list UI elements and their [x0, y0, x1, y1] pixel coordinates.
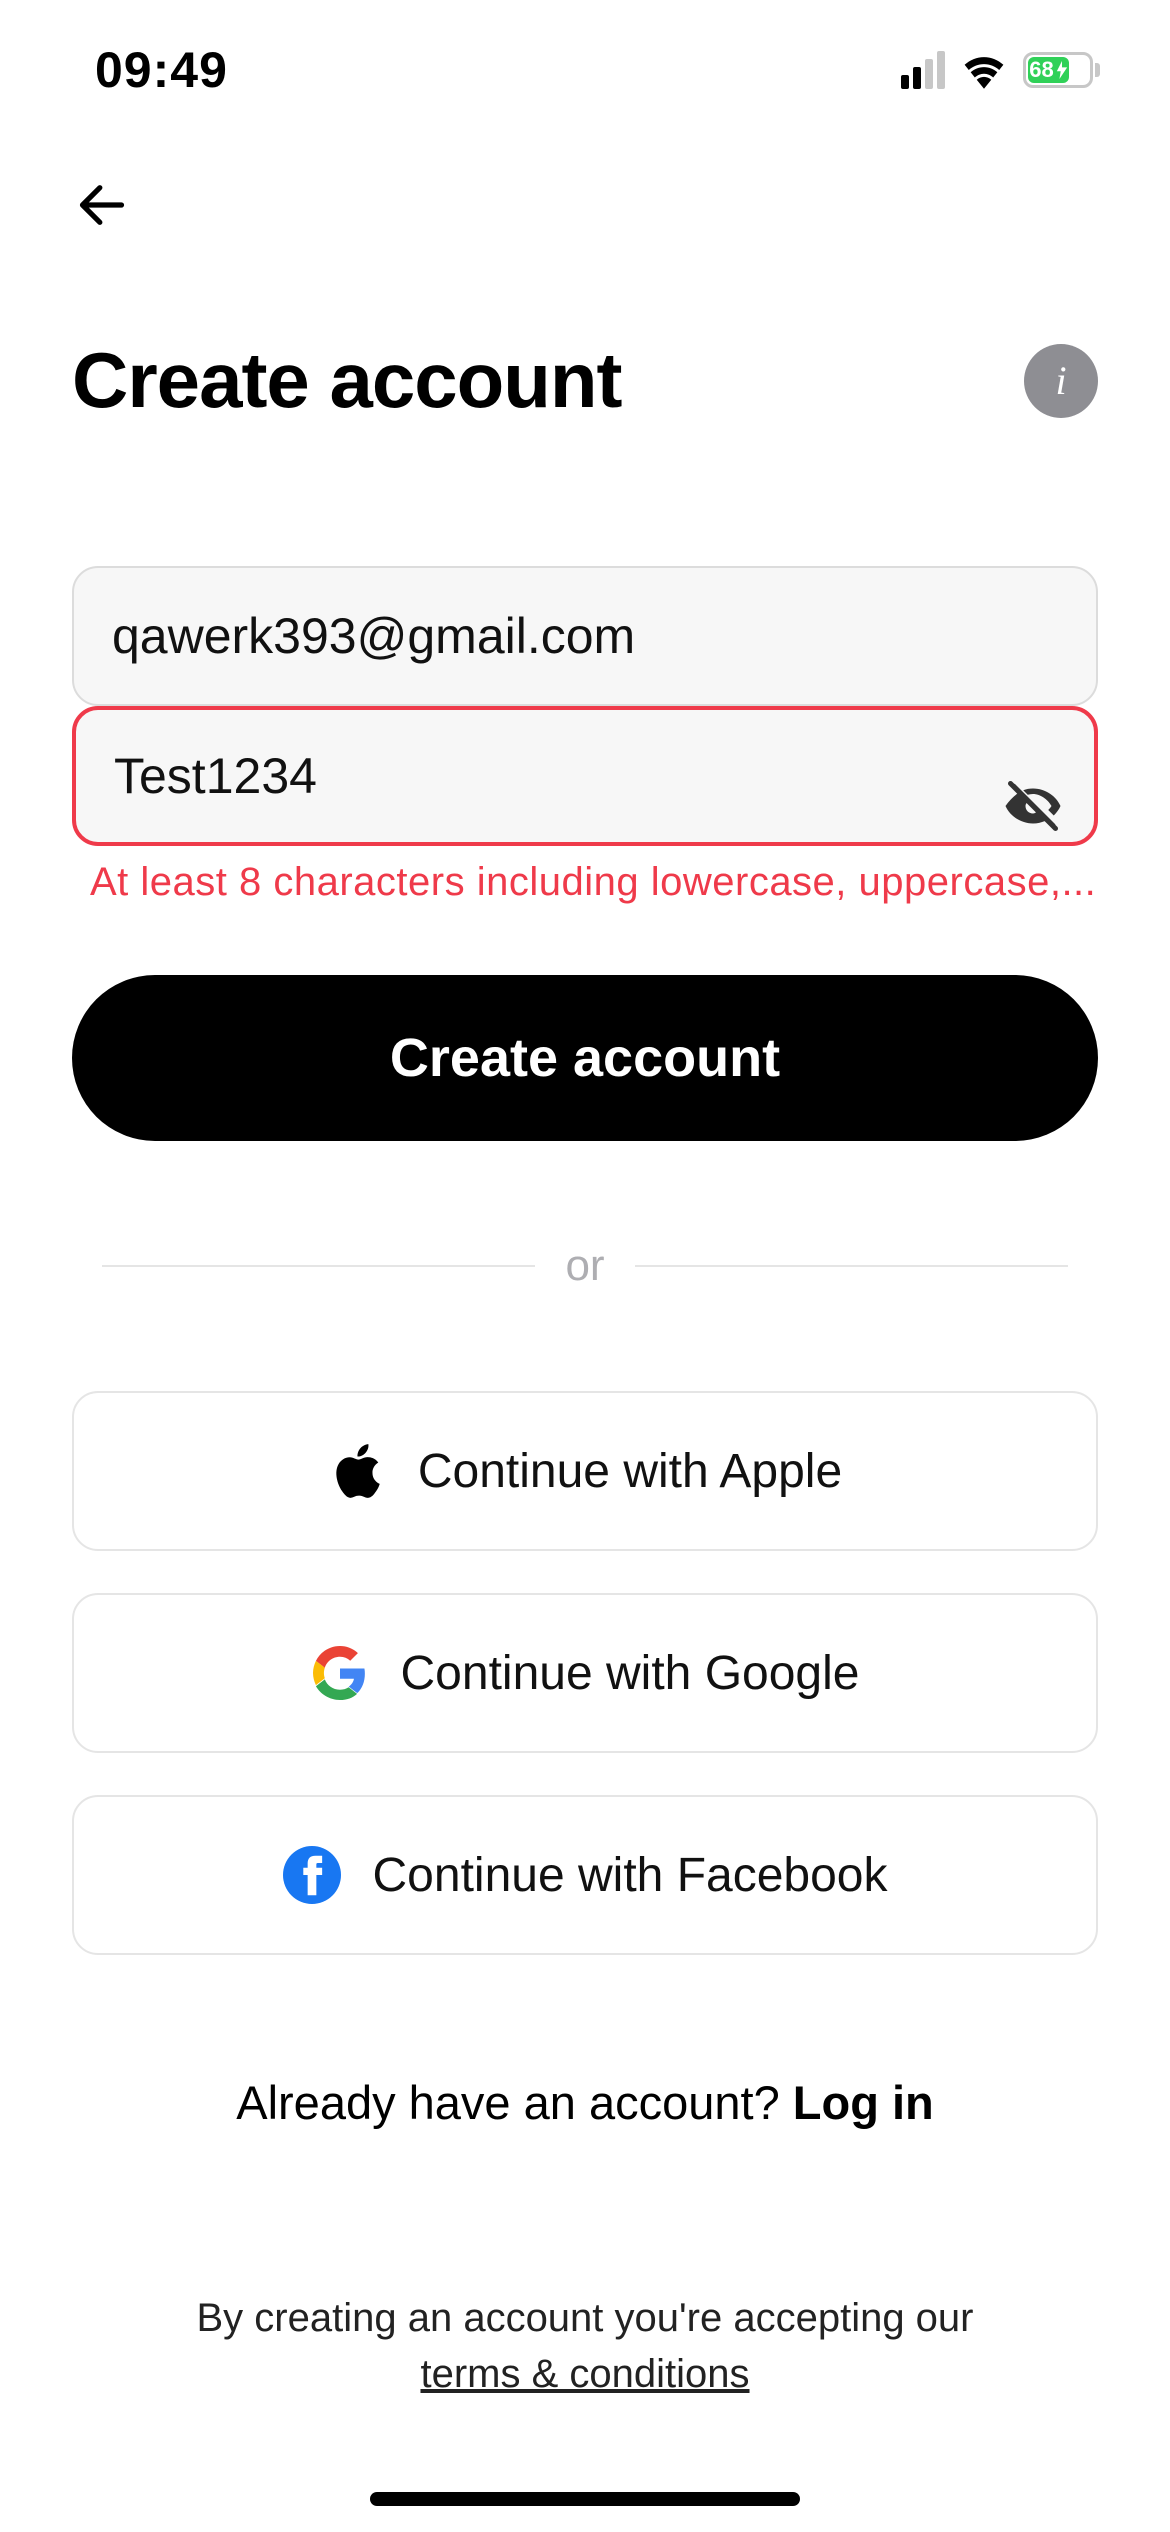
- email-input[interactable]: [112, 607, 1058, 665]
- toggle-password-visibility-button[interactable]: [998, 771, 1068, 841]
- password-input[interactable]: [114, 747, 1056, 805]
- apple-icon: [328, 1442, 386, 1500]
- divider-line-left: [102, 1265, 535, 1267]
- eye-off-icon: [1003, 776, 1063, 836]
- terms-prefix: By creating an account you're accepting …: [197, 2296, 974, 2340]
- info-button[interactable]: i: [1024, 344, 1098, 418]
- battery-percent: 68: [1029, 57, 1053, 83]
- google-icon: [311, 1644, 369, 1702]
- create-account-button[interactable]: Create account: [72, 975, 1098, 1141]
- divider-label: or: [565, 1241, 604, 1291]
- continue-with-apple-button[interactable]: Continue with Apple: [72, 1391, 1098, 1551]
- google-button-label: Continue with Google: [401, 1646, 860, 1701]
- continue-with-google-button[interactable]: Continue with Google: [72, 1593, 1098, 1753]
- apple-button-label: Continue with Apple: [418, 1444, 842, 1499]
- status-indicators: 68: [901, 51, 1100, 89]
- status-bar: 09:49 68: [0, 0, 1170, 110]
- cellular-icon: [901, 51, 945, 89]
- password-field[interactable]: [72, 706, 1098, 846]
- email-field[interactable]: [72, 566, 1098, 706]
- battery-icon: 68: [1023, 52, 1100, 88]
- log-in-link[interactable]: Log in: [793, 2076, 934, 2129]
- page-title: Create account: [72, 335, 622, 426]
- continue-with-facebook-button[interactable]: Continue with Facebook: [72, 1795, 1098, 1955]
- terms-link[interactable]: terms & conditions: [420, 2352, 749, 2396]
- facebook-icon: [283, 1846, 341, 1904]
- terms-text: By creating an account you're accepting …: [0, 2290, 1170, 2402]
- facebook-button-label: Continue with Facebook: [373, 1848, 888, 1903]
- arrow-left-icon: [76, 179, 128, 231]
- back-button[interactable]: [72, 175, 132, 235]
- password-error-text: At least 8 characters including lowercas…: [72, 860, 1098, 905]
- login-line: Already have an account? Log in: [72, 2075, 1098, 2130]
- login-prompt-text: Already have an account?: [236, 2076, 793, 2129]
- info-icon: i: [1055, 357, 1066, 404]
- divider: or: [72, 1241, 1098, 1291]
- status-time: 09:49: [95, 41, 228, 99]
- divider-line-right: [635, 1265, 1068, 1267]
- home-indicator: [370, 2492, 800, 2506]
- wifi-icon: [959, 51, 1009, 89]
